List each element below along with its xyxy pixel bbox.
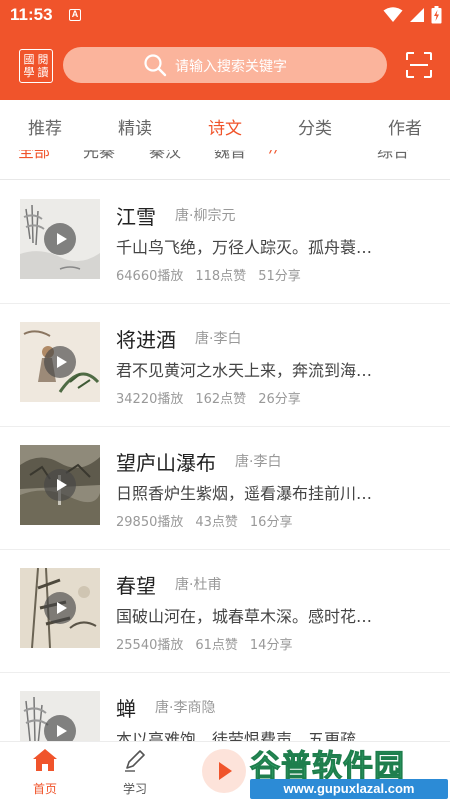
filter-more[interactable]: // [270, 150, 280, 156]
search-icon [144, 54, 167, 77]
list-item[interactable]: 望庐山瀑布 唐·李白 日照香炉生紫烟，遥看瀑布挂前川… 29850播放 43点赞 1… [0, 427, 450, 550]
category-tabs: 推荐 精读 诗文 分类 作者 [0, 100, 450, 150]
poem-stats: 29850播放 43点赞 16分享 [116, 511, 304, 530]
poem-thumbnail [20, 199, 100, 279]
status-time: 11:53 [10, 5, 53, 24]
nav-study-label: 学习 [122, 782, 147, 796]
poem-author: 唐·李白 [235, 454, 282, 470]
sort-dropdown[interactable]: 综合 [377, 150, 409, 162]
search-bar[interactable]: 请输入搜索关键字 [63, 47, 387, 83]
top-header: 11:53 A 國 閱 學 讀 请输入搜索关键字 [0, 0, 450, 100]
like-count: 162点赞 [195, 392, 247, 407]
poem-excerpt: 日照香炉生紫烟，遥看瀑布挂前川… [116, 484, 373, 503]
filter-wei-jin[interactable]: 魏晋 [214, 150, 246, 162]
list-item[interactable]: 蝉 唐·李商隐 本以高难饱，徒劳恨费声。五更疏… [0, 673, 450, 741]
poem-excerpt: 千山鸟飞绝，万径人踪灭。孤舟蓑… [116, 238, 373, 257]
play-count: 64660播放 [116, 269, 184, 284]
list-item[interactable]: 将进酒 唐·李白 君不见黄河之水天上来，奔流到海… 34220播放 162点赞 26… [0, 304, 450, 427]
tab-categories[interactable]: 分类 [275, 114, 355, 139]
poem-title: 将进酒 [116, 328, 176, 352]
play-icon[interactable] [44, 469, 76, 501]
poem-stats: 64660播放 118点赞 51分享 [116, 265, 313, 284]
share-count: 51分享 [258, 269, 301, 284]
filter-qin-han[interactable]: 秦汉 [149, 150, 181, 162]
filter-all[interactable]: 全部 [18, 150, 50, 162]
poem-list: 江雪 唐·柳宗元 千山鸟飞绝，万径人踪灭。孤舟蓑… 64660播放 118点赞 51… [0, 181, 450, 741]
play-icon[interactable] [44, 592, 76, 624]
poem-author: 唐·李商隐 [155, 700, 216, 716]
dynasty-filter-bar: 全部 先秦 秦汉 魏晋 // 综合 ▼ [0, 150, 450, 180]
poem-excerpt: 本以高难饱，徒劳恨费声。五更疏… [116, 730, 373, 741]
tab-authors[interactable]: 作者 [365, 114, 445, 139]
poem-thumbnail [20, 691, 100, 741]
logo-char: 學 [23, 66, 35, 79]
app-screen: 11:53 A 國 閱 學 讀 请输入搜索关键字 推荐 精读 诗文 分类 作者 … [0, 0, 450, 801]
like-count: 118点赞 [195, 269, 247, 284]
site-watermark: 谷普软件园 www.gupuxlazal.com [248, 741, 450, 801]
play-count: 34220播放 [116, 392, 184, 407]
list-item[interactable]: 春望 唐·杜甫 国破山河在，城春草木深。感时花… 25540播放 61点赞 14分享 [0, 550, 450, 673]
poem-thumbnail [20, 445, 100, 525]
tab-recommend[interactable]: 推荐 [5, 114, 85, 139]
app-logo: 國 閱 學 讀 [19, 49, 53, 83]
poem-author: 唐·杜甫 [175, 577, 222, 593]
poem-excerpt: 君不见黄河之水天上来，奔流到海… [116, 361, 373, 380]
nav-study[interactable]: 学习 [105, 748, 165, 797]
poem-title: 春望 [116, 574, 156, 598]
poem-excerpt: 国破山河在，城春草木深。感时花… [116, 607, 373, 626]
search-header: 國 閱 學 讀 请输入搜索关键字 [0, 40, 450, 92]
poem-author: 唐·柳宗元 [175, 208, 236, 224]
play-count: 25540播放 [116, 638, 184, 653]
like-count: 61点赞 [195, 638, 238, 653]
caret-down-icon: ▼ [422, 150, 429, 152]
poem-title: 蝉 [116, 697, 136, 721]
signal-icon [410, 8, 424, 22]
watermark-url: www.gupuxlazal.com [250, 779, 448, 799]
player-play-button[interactable] [202, 749, 246, 793]
tab-intensive-reading[interactable]: 精读 [95, 114, 175, 139]
share-count: 14分享 [249, 638, 293, 653]
battery-icon [431, 6, 442, 24]
share-count: 16分享 [249, 515, 293, 530]
poem-author: 唐·李白 [195, 331, 242, 347]
logo-char: 閱 [37, 53, 49, 66]
home-icon [33, 749, 57, 771]
status-bar: 11:53 A [0, 0, 450, 32]
poem-stats: 34220播放 162点赞 26分享 [116, 388, 313, 407]
poem-title: 望庐山瀑布 [116, 451, 216, 475]
share-count: 26分享 [258, 392, 301, 407]
nav-home-label: 首页 [32, 782, 57, 796]
logo-char: 讀 [37, 66, 49, 79]
search-placeholder: 请输入搜索关键字 [175, 59, 287, 75]
play-icon[interactable] [44, 346, 76, 378]
poem-thumbnail [20, 568, 100, 648]
logo-char: 國 [23, 53, 35, 66]
nav-home[interactable]: 首页 [15, 748, 75, 797]
wifi-icon [383, 7, 403, 22]
system-icons [383, 6, 442, 24]
poem-stats: 25540播放 61点赞 14分享 [116, 634, 304, 653]
list-item[interactable]: 江雪 唐·柳宗元 千山鸟飞绝，万径人踪灭。孤舟蓑… 64660播放 118点赞 51… [0, 181, 450, 304]
play-count: 29850播放 [116, 515, 184, 530]
poem-title: 江雪 [116, 205, 156, 229]
filter-pre-qin[interactable]: 先秦 [83, 150, 115, 162]
like-count: 43点赞 [195, 515, 238, 530]
scan-icon[interactable] [406, 52, 432, 78]
pen-icon [125, 750, 145, 772]
play-icon[interactable] [44, 715, 76, 741]
notification-a-icon: A [69, 9, 81, 21]
tab-poems[interactable]: 诗文 [185, 114, 265, 139]
poem-thumbnail [20, 322, 100, 402]
play-icon[interactable] [44, 223, 76, 255]
